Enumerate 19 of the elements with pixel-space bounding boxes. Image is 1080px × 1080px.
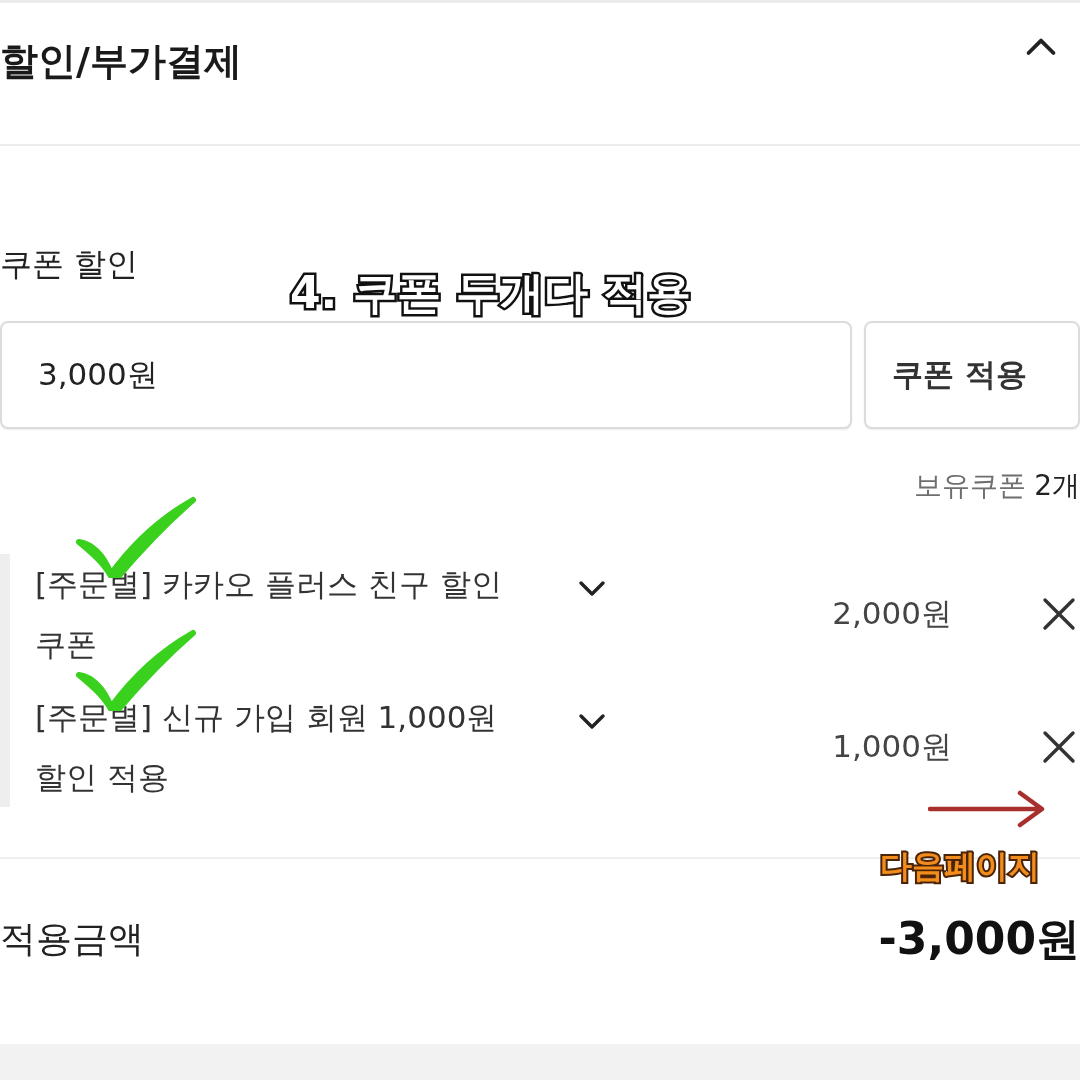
annotation-caption: 4. 쿠폰 두개다 적용 xyxy=(290,269,692,317)
section-title: 할인/부가결제 xyxy=(0,38,242,85)
coupon-amount: 1,000원 xyxy=(832,727,952,766)
owned-coupon-count: 2개 xyxy=(1034,468,1080,504)
close-icon xyxy=(1042,730,1076,764)
apply-coupon-button[interactable]: 쿠폰 적용 xyxy=(864,321,1080,429)
coupon-name: [주문별] 카카오 플러스 친구 할인 쿠폰 xyxy=(35,565,503,664)
coupon-discount-label: 쿠폰 할인 xyxy=(0,244,139,284)
coupon-name: [주문별] 신규 가입 회원 1,000원 할인 적용 xyxy=(35,698,499,797)
applied-amount-value: -3,000원 xyxy=(878,911,1080,966)
next-page-annotation: 다음페이지 xyxy=(880,846,1040,887)
remove-coupon-button[interactable] xyxy=(1042,730,1076,764)
coupon-amount: 2,000원 xyxy=(832,594,952,633)
applied-amount-label: 적용금액 xyxy=(0,916,144,961)
owned-coupon-label: 보유쿠폰 xyxy=(914,468,1027,504)
arrow-icon xyxy=(928,789,1046,829)
coupon-amount-input-field[interactable]: 3,000원 xyxy=(0,321,853,429)
remove-coupon-button[interactable] xyxy=(1042,597,1076,631)
close-icon xyxy=(1042,597,1076,631)
